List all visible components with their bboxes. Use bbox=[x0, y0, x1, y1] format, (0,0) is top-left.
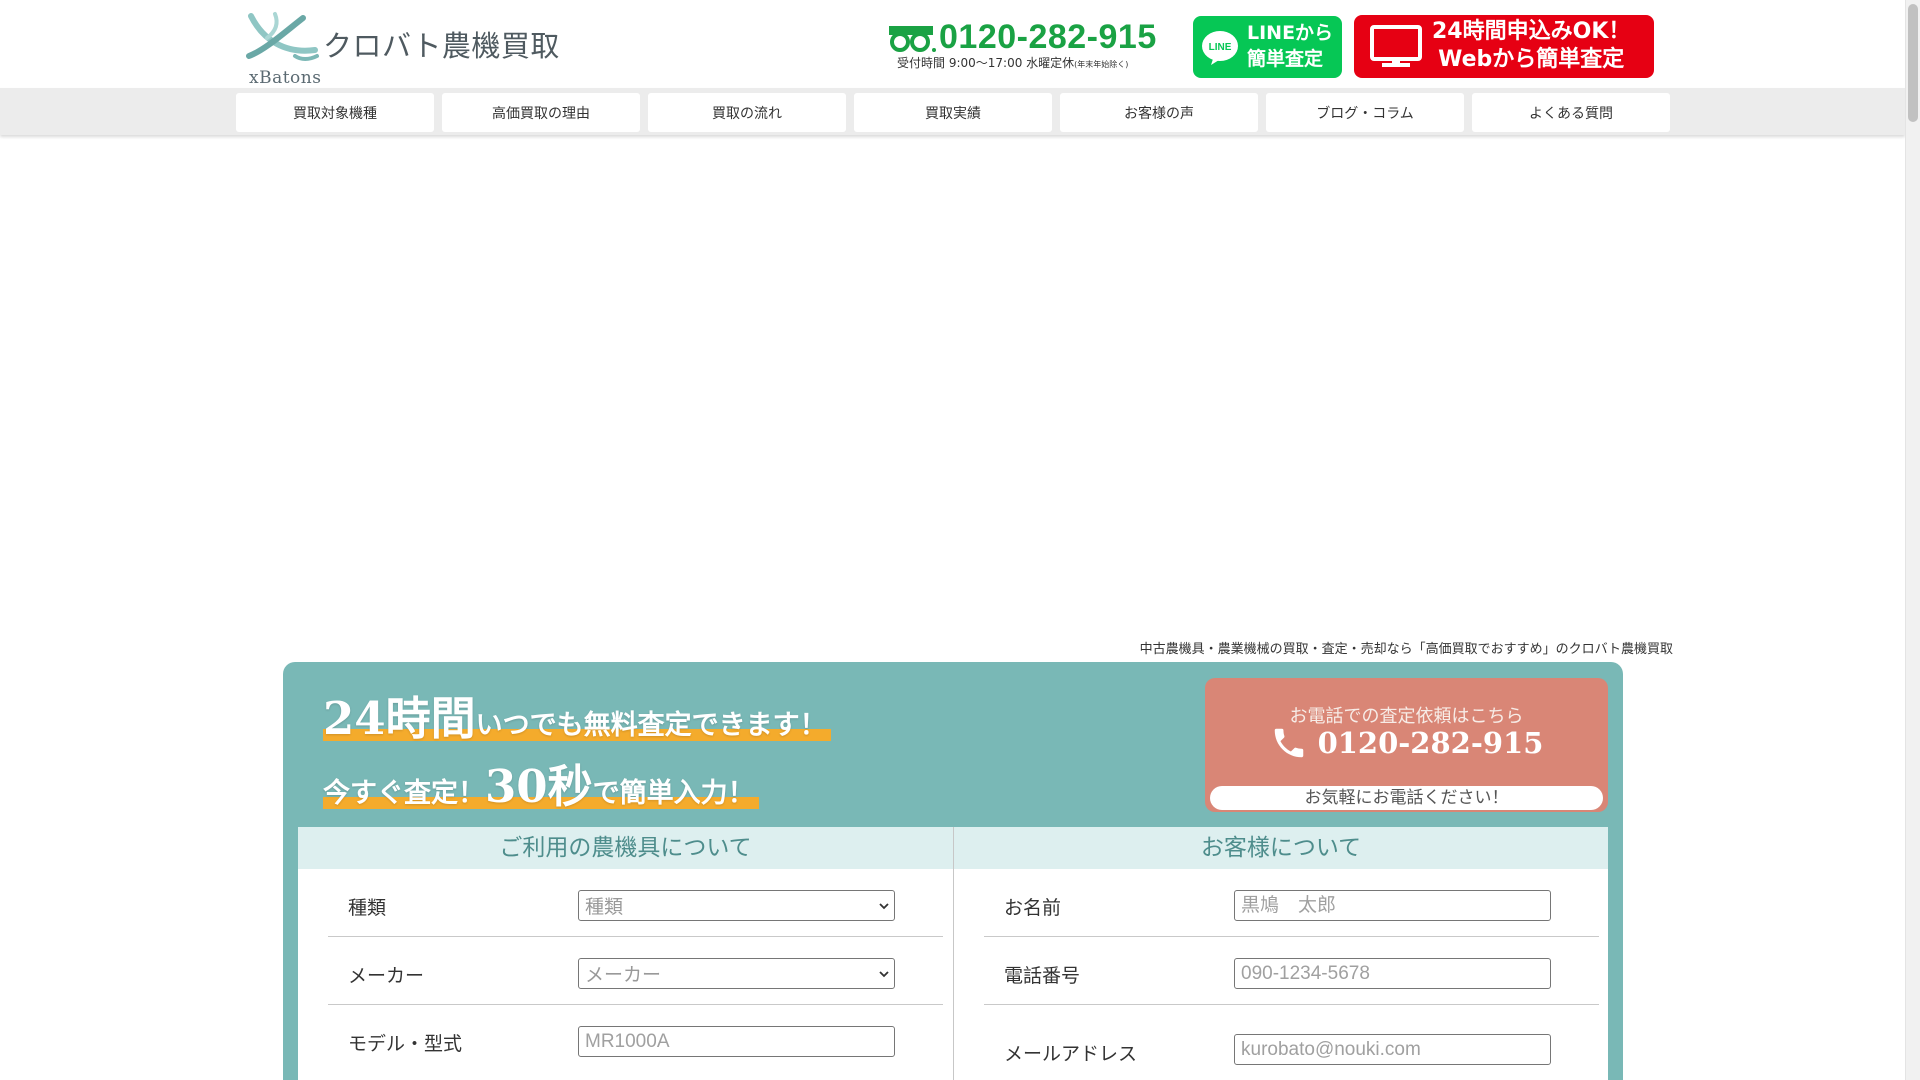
header-phone-hours: 受付時間 9:00～17:00 水曜定休(年末年始除く) bbox=[897, 54, 1128, 71]
nav-item-flow[interactable]: 買取の流れ bbox=[648, 93, 846, 132]
phone-hours-text: 受付時間 9:00～17:00 水曜定休 bbox=[897, 56, 1075, 70]
page-scrollbar[interactable] bbox=[1905, 0, 1920, 1080]
promo-30s: 30秒 bbox=[485, 760, 593, 813]
phone-card-number-row[interactable]: 0120-282-915 bbox=[1205, 724, 1608, 762]
monitor-icon bbox=[1370, 25, 1422, 67]
phone-hours-note: (年末年始除く) bbox=[1074, 60, 1129, 69]
type-select-value: 種類 bbox=[585, 897, 624, 918]
phone-label: 電話番号 bbox=[1004, 965, 1081, 987]
name-input[interactable] bbox=[1234, 890, 1551, 921]
form-row-type: 種類 種類 bbox=[328, 869, 943, 937]
freedial-icon bbox=[889, 26, 936, 52]
header-phone-number: 0120-282-915 bbox=[939, 18, 1157, 56]
promo-line-2-post: で簡単入力！ bbox=[592, 778, 755, 809]
line-app-icon: LINE bbox=[1202, 31, 1238, 65]
line-assessment-button[interactable]: LINE LINEから 簡単査定 bbox=[1193, 16, 1342, 78]
promo-line-1: 24時間いつでも無料査定できます！ bbox=[323, 682, 831, 747]
promo-24h: 24時間 bbox=[323, 692, 476, 745]
type-label: 種類 bbox=[348, 897, 387, 919]
maker-label: メーカー bbox=[348, 965, 425, 987]
maker-select[interactable]: メーカー bbox=[578, 958, 895, 989]
email-input[interactable] bbox=[1234, 1034, 1551, 1065]
site-header: xBatons クロバト農機買取 0120-282-915 受付時間 9:00～… bbox=[0, 0, 1905, 88]
machine-section-header: ご利用の農機具について bbox=[298, 827, 953, 869]
type-select[interactable]: 種類 bbox=[578, 890, 895, 921]
web-assessment-button[interactable]: 24時間申込みOK！ Webから簡単査定 bbox=[1354, 15, 1654, 78]
form-row-model: モデル・型式 bbox=[328, 1005, 943, 1073]
maker-select-value: メーカー bbox=[585, 965, 662, 986]
nav-item-results[interactable]: 買取実績 bbox=[854, 93, 1052, 132]
site-tagline: 中古農機具・農業機械の買取・査定・売却なら「高価買取でおすすめ」のクロバト農機買… bbox=[1139, 642, 1673, 657]
logo-subtitle: xBatons bbox=[249, 68, 322, 88]
nav-item-voices[interactable]: お客様の声 bbox=[1060, 93, 1258, 132]
form-row-phone: 電話番号 bbox=[984, 937, 1599, 1005]
nav-item-blog[interactable]: ブログ・コラム bbox=[1266, 93, 1464, 132]
assessment-form-panel: 24時間いつでも無料査定できます！ 今すぐ査定！30秒で簡単入力！ お電話での査… bbox=[283, 662, 1623, 1080]
model-input[interactable] bbox=[578, 1026, 895, 1057]
chevron-down-icon bbox=[879, 970, 889, 977]
promo-line-1-highlight: 24時間いつでも無料査定できます！ bbox=[323, 692, 831, 745]
line-icon-text: LINE bbox=[1209, 42, 1232, 53]
customer-info-section: お客様について お名前 電話番号 メールアドレス bbox=[953, 827, 1608, 1080]
line-button-label: LINEから 簡単査定 bbox=[1247, 22, 1334, 70]
promo-line-1-text: いつでも無料査定できます！ bbox=[475, 710, 827, 741]
site-logo[interactable]: xBatons クロバト農機買取 bbox=[245, 10, 575, 88]
scrollbar-thumb[interactable] bbox=[1908, 4, 1918, 122]
form-row-email: メールアドレス bbox=[984, 1005, 1599, 1073]
phone-request-card[interactable]: お電話での査定依頼はこちら 0120-282-915 お気軽にお電話ください！ bbox=[1205, 678, 1608, 812]
chevron-down-icon bbox=[879, 902, 889, 909]
nav-item-faq[interactable]: よくある質問 bbox=[1472, 93, 1670, 132]
page: xBatons クロバト農機買取 0120-282-915 受付時間 9:00～… bbox=[0, 0, 1920, 1080]
logo-mark-icon bbox=[246, 12, 319, 61]
form-row-maker: メーカー メーカー bbox=[328, 937, 943, 1005]
machine-info-section: ご利用の農機具について 種類 種類 メーカー メーカー モデル・型式 bbox=[298, 827, 953, 1080]
web-button-label: 24時間申込みOK！ Webから簡単査定 bbox=[1432, 19, 1631, 72]
phone-handset-icon bbox=[1274, 728, 1303, 758]
email-label: メールアドレス bbox=[1004, 1043, 1138, 1065]
promo-line-2-highlight: 今すぐ査定！30秒で簡単入力！ bbox=[323, 760, 759, 813]
phone-card-cta: お気軽にお電話ください！ bbox=[1210, 786, 1603, 810]
nav-item-high-price-reasons[interactable]: 高価買取の理由 bbox=[442, 93, 640, 132]
logo-name: クロバト農機買取 bbox=[323, 29, 560, 63]
model-label: モデル・型式 bbox=[348, 1033, 463, 1055]
form-row-name: お名前 bbox=[984, 869, 1599, 937]
phone-input[interactable] bbox=[1234, 958, 1551, 989]
phone-card-number: 0120-282-915 bbox=[1317, 726, 1544, 760]
nav-items: 買取対象機種 高価買取の理由 買取の流れ 買取実績 お客様の声 ブログ・コラム … bbox=[236, 93, 1670, 132]
customer-section-header: お客様について bbox=[954, 827, 1608, 869]
main-nav: 買取対象機種 高価買取の理由 買取の流れ 買取実績 お客様の声 ブログ・コラム … bbox=[0, 88, 1905, 135]
header-phone[interactable]: 0120-282-915 受付時間 9:00～17:00 水曜定休(年末年始除く… bbox=[887, 18, 1167, 74]
nav-item-target-models[interactable]: 買取対象機種 bbox=[236, 93, 434, 132]
name-label: お名前 bbox=[1004, 897, 1062, 919]
promo-line-2: 今すぐ査定！30秒で簡単入力！ bbox=[323, 750, 759, 815]
promo-line-2-pre: 今すぐ査定！ bbox=[323, 778, 485, 809]
